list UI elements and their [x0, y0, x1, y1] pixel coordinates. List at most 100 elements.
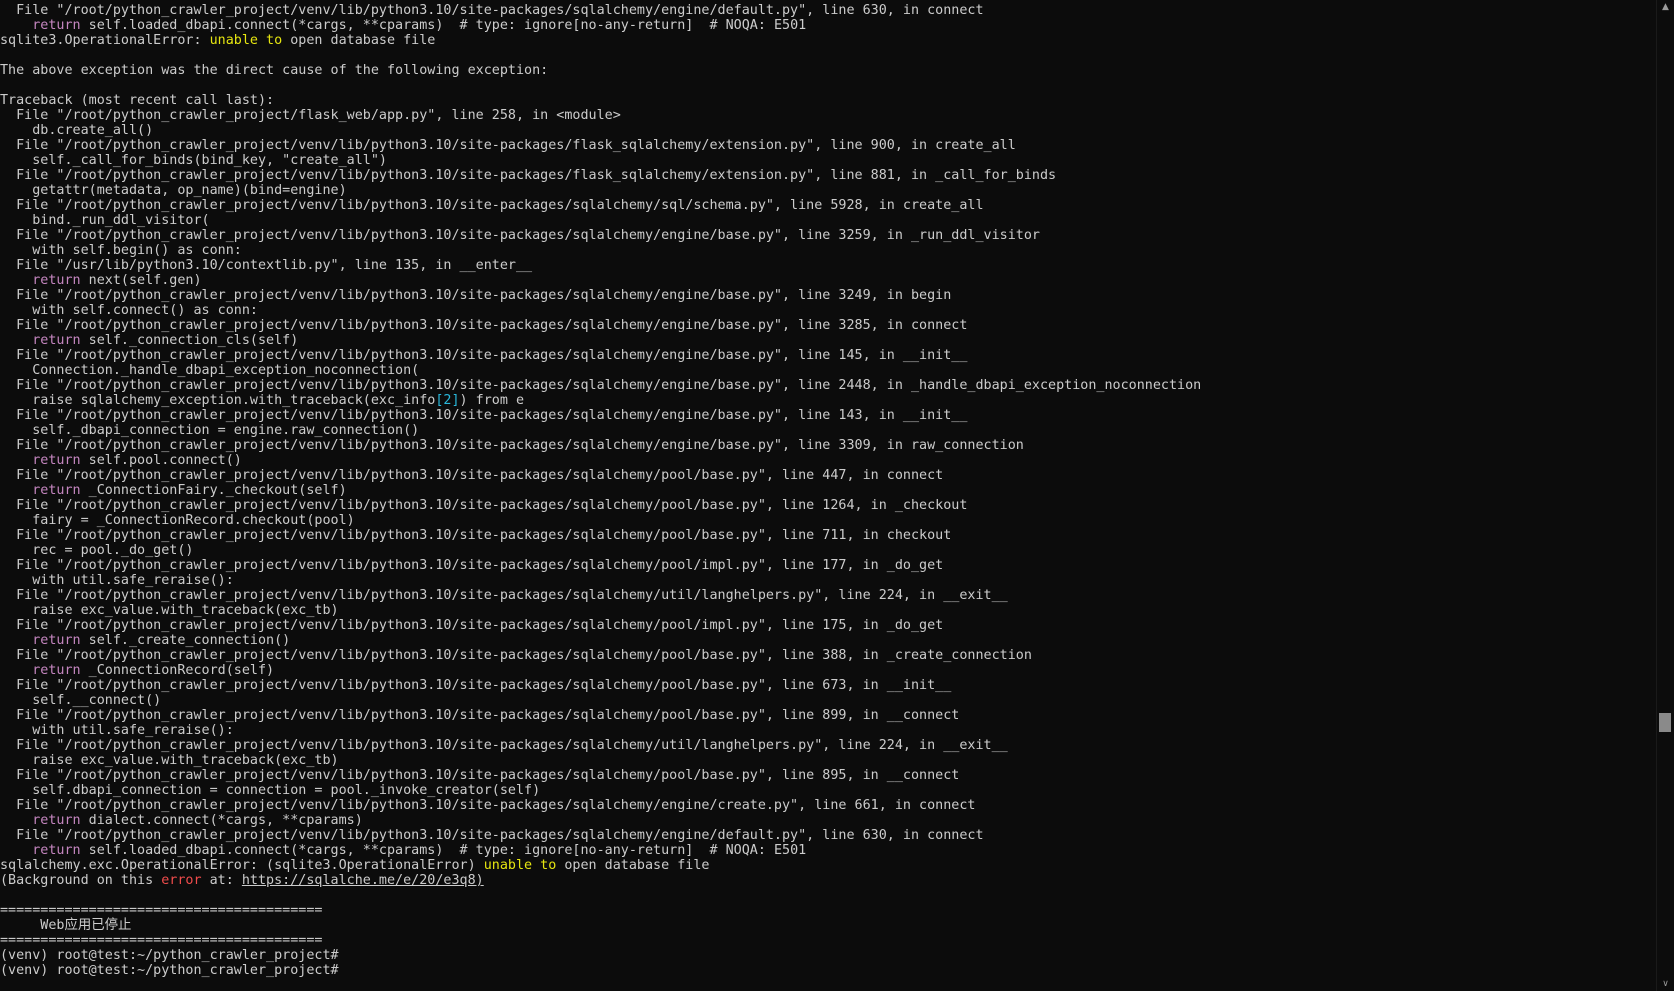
terminal-text-segment: ========================================: [0, 903, 323, 918]
terminal-text-segment: File "/root/python_crawler_project/venv/…: [0, 498, 968, 513]
terminal-text-segment: open database file: [282, 33, 436, 48]
terminal-line: The above exception was the direct cause…: [0, 63, 1640, 78]
terminal-line: File "/root/python_crawler_project/venv/…: [0, 468, 1640, 483]
scrollbar-thumb[interactable]: [1659, 712, 1671, 732]
terminal-line: File "/root/python_crawler_project/venv/…: [0, 168, 1640, 183]
terminal-text-segment: with self.connect() as conn:: [0, 303, 258, 318]
terminal-text-segment: self.dbapi_connection = connection = poo…: [0, 783, 541, 798]
terminal-line: with self.begin() as conn:: [0, 243, 1640, 258]
terminal-line: (Background on this error at: https://sq…: [0, 873, 1640, 888]
terminal-text-segment: raise exc_value.with_traceback(exc_tb): [0, 603, 339, 618]
terminal-line: File "/root/python_crawler_project/venv/…: [0, 198, 1640, 213]
terminal-line: with util.safe_reraise():: [0, 723, 1640, 738]
terminal-text-segment: [2]: [435, 393, 460, 408]
terminal-text-segment: return: [32, 18, 81, 33]
terminal-line: ========================================: [0, 903, 1640, 918]
terminal-text-segment: bind._run_ddl_visitor(: [0, 213, 210, 228]
terminal-text-segment: File "/root/python_crawler_project/venv/…: [0, 528, 952, 543]
terminal-text-segment: _ConnectionFairy._checkout(self): [80, 483, 347, 498]
terminal-line: (venv) root@test:~/python_crawler_projec…: [0, 948, 1640, 963]
scroll-down-icon[interactable]: ∨: [1657, 977, 1674, 991]
terminal-line: return dialect.connect(*cargs, **cparams…: [0, 813, 1640, 828]
terminal-text-segment: return: [32, 273, 81, 288]
terminal-text-segment: return: [32, 663, 81, 678]
terminal-text-segment: error: [161, 873, 202, 888]
terminal-line: File "/root/python_crawler_project/venv/…: [0, 708, 1640, 723]
terminal-text-segment: self._create_connection(): [80, 633, 291, 648]
terminal-text-segment: next(self.gen): [80, 273, 202, 288]
terminal-text-segment: getattr(metadata, op_name)(bind=engine): [0, 183, 347, 198]
terminal-text-segment: File "/root/python_crawler_project/venv/…: [0, 798, 976, 813]
terminal-text-segment: File "/root/python_crawler_project/venv/…: [0, 588, 1008, 603]
terminal-text-segment: return: [32, 813, 81, 828]
terminal-text-segment: unable to: [209, 33, 283, 48]
terminal-line: return self._connection_cls(self): [0, 333, 1640, 348]
terminal-text-segment: self.pool.connect(): [80, 453, 242, 468]
terminal-line: sqlite3.OperationalError: unable to open…: [0, 33, 1640, 48]
terminal-text-segment: File "/root/python_crawler_project/venv/…: [0, 738, 1008, 753]
terminal-line: File "/root/python_crawler_project/venv/…: [0, 438, 1640, 453]
terminal-line: Connection._handle_dbapi_exception_nocon…: [0, 363, 1640, 378]
terminal-line: File "/root/python_crawler_project/venv/…: [0, 318, 1640, 333]
terminal-text-segment: self._call_for_binds(bind_key, "create_a…: [0, 153, 387, 168]
terminal-text-segment: File "/root/python_crawler_project/venv/…: [0, 228, 1040, 243]
terminal-window[interactable]: File "/root/python_crawler_project/venv/…: [0, 0, 1674, 991]
terminal-output[interactable]: File "/root/python_crawler_project/venv/…: [0, 3, 1640, 978]
terminal-text-segment: ========================================: [0, 933, 323, 948]
terminal-text-segment: File "/root/python_crawler_project/venv/…: [0, 408, 968, 423]
terminal-text-segment: (venv) root@test:~/python_crawler_projec…: [0, 948, 339, 963]
terminal-text-segment: return: [32, 483, 81, 498]
terminal-text-segment: File "/root/python_crawler_project/venv/…: [0, 378, 1202, 393]
terminal-text-segment: fairy = _ConnectionRecord.checkout(pool): [0, 513, 355, 528]
terminal-line: Web应用已停止: [0, 918, 1640, 933]
error-help-link[interactable]: https://sqlalche.me/e/20/e3q8): [242, 873, 484, 888]
terminal-line: File "/root/python_crawler_project/venv/…: [0, 228, 1640, 243]
terminal-text-segment: with util.safe_reraise():: [0, 723, 234, 738]
terminal-line: File "/root/python_crawler_project/venv/…: [0, 348, 1640, 363]
terminal-text-segment: with self.begin() as conn:: [0, 243, 242, 258]
terminal-text-segment: with util.safe_reraise():: [0, 573, 234, 588]
terminal-line: raise exc_value.with_traceback(exc_tb): [0, 603, 1640, 618]
terminal-text-segment: File "/usr/lib/python3.10/contextlib.py"…: [0, 258, 533, 273]
terminal-line: File "/root/python_crawler_project/venv/…: [0, 828, 1640, 843]
terminal-line: with util.safe_reraise():: [0, 573, 1640, 588]
terminal-line: sqlalchemy.exc.OperationalError: (sqlite…: [0, 858, 1640, 873]
terminal-line: return self.pool.connect(): [0, 453, 1640, 468]
terminal-text-segment: return: [32, 633, 81, 648]
terminal-text-segment: sqlalchemy.exc.OperationalError: (sqlite…: [0, 858, 484, 873]
terminal-text-segment: Web应用已停止: [0, 918, 132, 933]
terminal-line: return self._create_connection(): [0, 633, 1640, 648]
terminal-text-segment: dialect.connect(*cargs, **cparams): [80, 813, 363, 828]
terminal-line: self.dbapi_connection = connection = poo…: [0, 783, 1640, 798]
terminal-line: File "/root/python_crawler_project/venv/…: [0, 378, 1640, 393]
terminal-line: return _ConnectionRecord(self): [0, 663, 1640, 678]
terminal-text-segment: at:: [201, 873, 242, 888]
terminal-line: fairy = _ConnectionRecord.checkout(pool): [0, 513, 1640, 528]
terminal-line: with self.connect() as conn:: [0, 303, 1640, 318]
scroll-up-icon[interactable]: ▲: [1657, 0, 1674, 14]
terminal-text-segment: return: [32, 333, 81, 348]
terminal-line: File "/root/python_crawler_project/venv/…: [0, 528, 1640, 543]
terminal-line: return next(self.gen): [0, 273, 1640, 288]
terminal-text-segment: self.loaded_dbapi.connect(*cargs, **cpar…: [80, 843, 807, 858]
terminal-text-segment: self._dbapi_connection = engine.raw_conn…: [0, 423, 420, 438]
terminal-text-segment: open database file: [556, 858, 710, 873]
terminal-line: File "/root/python_crawler_project/venv/…: [0, 798, 1640, 813]
terminal-text-segment: File "/root/python_crawler_project/venv/…: [0, 288, 952, 303]
terminal-text-segment: File "/root/python_crawler_project/venv/…: [0, 348, 968, 363]
terminal-text-segment: self._connection_cls(self): [80, 333, 299, 348]
terminal-line: return self.loaded_dbapi.connect(*cargs,…: [0, 18, 1640, 33]
terminal-text-segment: File "/root/python_crawler_project/venv/…: [0, 618, 944, 633]
terminal-line: File "/root/python_crawler_project/venv/…: [0, 138, 1640, 153]
terminal-text-segment: Traceback (most recent call last):: [0, 93, 275, 108]
vertical-scrollbar[interactable]: ▲ ∨: [1656, 0, 1674, 991]
terminal-line: self.__connect(): [0, 693, 1640, 708]
terminal-text-segment: raise exc_value.with_traceback(exc_tb): [0, 753, 339, 768]
